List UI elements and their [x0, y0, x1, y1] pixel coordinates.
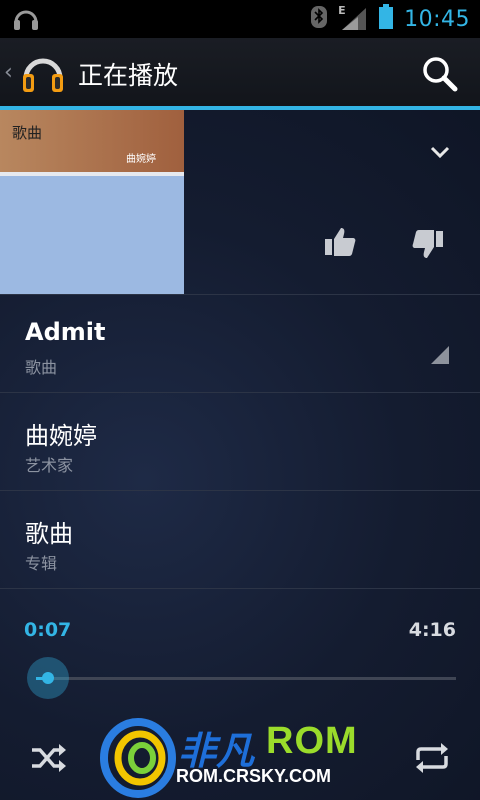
- seek-thumb-core: [41, 672, 54, 684]
- headphones-icon: [12, 6, 40, 36]
- seek-bar[interactable]: [36, 677, 456, 680]
- signal-icon: E: [338, 4, 368, 32]
- page-title: 正在播放: [78, 61, 179, 90]
- album-art-artist: 曲婉婷: [126, 154, 156, 165]
- back-chevron-icon[interactable]: ‹: [4, 60, 13, 85]
- watermark-swirl-icon: [100, 718, 176, 798]
- track-title: Admit: [25, 318, 106, 346]
- status-bar: E 10:45: [0, 0, 480, 38]
- current-time: 0:07: [24, 619, 72, 641]
- divider: [0, 392, 480, 393]
- total-time: 4:16: [408, 619, 456, 641]
- artist-name: 曲婉婷: [25, 422, 97, 450]
- battery-icon: [378, 4, 394, 34]
- collapse-chevron-icon[interactable]: [422, 138, 458, 166]
- bluetooth-icon: [310, 5, 328, 33]
- track-title-row[interactable]: Admit 歌曲: [0, 296, 480, 392]
- track-title-sub: 歌曲: [25, 358, 58, 377]
- album-label: 专辑: [25, 554, 58, 573]
- status-clock: 10:45: [404, 6, 470, 32]
- album-name: 歌曲: [25, 520, 73, 548]
- thumbs-down-icon[interactable]: [410, 226, 446, 262]
- artist-label: 艺术家: [25, 456, 74, 475]
- watermark-logo: 非凡 ROM ROM.CRSKY.COM: [98, 708, 388, 800]
- watermark-url: ROM.CRSKY.COM: [176, 766, 332, 786]
- shuffle-icon[interactable]: [28, 738, 68, 778]
- divider: [0, 588, 480, 589]
- divider: [0, 490, 480, 491]
- album-art-divider: [0, 172, 184, 176]
- thumbs-up-icon[interactable]: [322, 224, 358, 260]
- headphones-app-icon[interactable]: [20, 50, 66, 100]
- repeat-icon[interactable]: [412, 738, 452, 778]
- seek-thumb[interactable]: [26, 657, 69, 699]
- divider: [0, 294, 480, 295]
- artist-row[interactable]: 曲婉婷 艺术家: [0, 394, 480, 490]
- album-art[interactable]: 歌曲 曲婉婷: [0, 110, 184, 294]
- album-art-title: 歌曲: [12, 124, 43, 142]
- action-bar: ‹ 正在播放: [0, 38, 480, 110]
- search-icon[interactable]: [418, 52, 462, 96]
- watermark-brand-rom: ROM: [266, 720, 358, 762]
- album-art-banner: 歌曲 曲婉婷: [0, 110, 184, 172]
- album-row[interactable]: 歌曲 专辑: [0, 492, 480, 588]
- corner-menu-icon[interactable]: [431, 346, 449, 364]
- album-header: 歌曲 曲婉婷: [0, 110, 480, 294]
